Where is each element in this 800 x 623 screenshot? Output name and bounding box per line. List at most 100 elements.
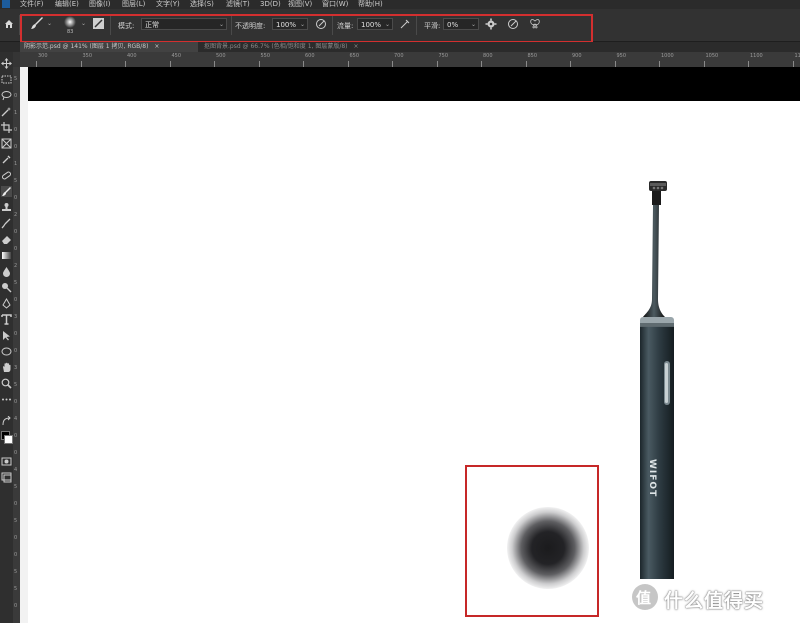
ruler-label: 1	[14, 110, 18, 116]
horizontal-ruler[interactable]: 300 350 400 450 500 550 600 650 700 750 800 850 900 9…	[20, 52, 800, 68]
flow-field[interactable]: 100% ⌄	[357, 18, 393, 30]
symmetry-butterfly-icon[interactable]	[529, 18, 541, 30]
quick-mask-icon[interactable]	[1, 456, 12, 467]
more-tools-icon[interactable]	[1, 394, 12, 405]
ruler-origin[interactable]	[13, 52, 20, 67]
mode-value: 正常	[145, 21, 159, 29]
opacity-label: 不透明度:	[235, 22, 266, 30]
close-icon[interactable]: ×	[353, 43, 358, 50]
screen-mode-icon[interactable]	[1, 472, 12, 483]
gradient-tool-icon[interactable]	[1, 250, 12, 261]
ruler-label: 350	[82, 53, 93, 59]
brush-settings-panel-icon[interactable]	[93, 18, 104, 29]
gear-icon[interactable]	[485, 18, 497, 30]
lasso-tool-icon[interactable]	[1, 90, 12, 101]
path-selection-tool-icon[interactable]	[1, 330, 12, 341]
menu-3d[interactable]: 3D(D)	[260, 0, 281, 9]
brush-tool-icon[interactable]	[1, 186, 12, 197]
tab-document-1[interactable]: 阴影示范.psd @ 141% (图层 1 拷贝, RGB/8) ×	[20, 42, 198, 52]
ruler-label: 700	[394, 53, 404, 59]
history-brush-tool-icon[interactable]	[1, 218, 12, 229]
zoom-tool-icon[interactable]	[1, 378, 12, 389]
mode-label: 模式:	[118, 22, 135, 30]
flow-label: 流量:	[337, 22, 354, 30]
home-icon[interactable]	[4, 19, 14, 29]
magic-wand-tool-icon[interactable]	[1, 106, 12, 117]
options-bar: ⌄ 83 ⌄ 模式: 正常 ⌄ 不透明度: 100% ⌄ 流量: 100% ⌄ …	[0, 9, 800, 42]
menu-help[interactable]: 帮助(H)	[358, 0, 383, 9]
crop-tool-icon[interactable]	[1, 122, 12, 133]
blur-tool-icon[interactable]	[1, 266, 12, 277]
marquee-tool-icon[interactable]	[1, 74, 12, 85]
frame-tool-icon[interactable]	[1, 138, 12, 149]
ruler-label: 0	[14, 433, 18, 439]
ruler-label: 0	[14, 93, 18, 99]
chevron-down-icon: ⌄	[218, 21, 224, 28]
photoshop-logo[interactable]	[2, 0, 10, 8]
watermark-logo-icon: 值	[632, 584, 658, 610]
menu-filter[interactable]: 滤镜(T)	[226, 0, 250, 9]
ruler-label: 0	[14, 603, 18, 609]
background-color-swatch[interactable]	[4, 435, 13, 444]
healing-brush-tool-icon[interactable]	[1, 170, 12, 181]
ruler-label: 500	[216, 53, 226, 59]
menu-edit[interactable]: 编辑(E)	[55, 0, 79, 9]
mode-select[interactable]: 正常 ⌄	[141, 18, 227, 30]
options-separator	[19, 15, 20, 35]
menu-image[interactable]: 图像(I)	[89, 0, 111, 9]
type-tool-icon[interactable]	[1, 314, 12, 325]
pen-tool-icon[interactable]	[1, 298, 12, 309]
ruler-label: 0	[14, 331, 18, 337]
document-canvas[interactable]: WIFOT	[20, 67, 800, 623]
ruler-label: 0	[14, 399, 18, 405]
ruler-label: 950	[616, 53, 627, 59]
airbrush-icon[interactable]	[399, 18, 411, 30]
dodge-tool-icon[interactable]	[1, 282, 12, 293]
chevron-down-icon[interactable]: ⌄	[81, 20, 86, 27]
smoothing-value: 0%	[447, 21, 459, 29]
move-tool-icon[interactable]	[1, 58, 12, 69]
ruler-label: 0	[14, 552, 18, 558]
menu-window[interactable]: 窗口(W)	[322, 0, 348, 9]
hand-tool-icon[interactable]	[1, 362, 12, 373]
close-icon[interactable]: ×	[154, 43, 159, 50]
menu-select[interactable]: 选择(S)	[190, 0, 214, 9]
clone-stamp-tool-icon[interactable]	[1, 202, 12, 213]
ruler-label: 0	[14, 246, 18, 252]
black-band-layer	[28, 67, 800, 101]
brush-tool-icon[interactable]	[30, 16, 44, 30]
tab-document-2[interactable]: 抠图背景.psd @ 66.7% (色相/饱和度 1, 图层蒙版/8) ×	[200, 42, 428, 52]
menu-layer[interactable]: 图层(L)	[122, 0, 145, 9]
opacity-value: 100%	[276, 21, 297, 29]
ruler-label: 550	[260, 53, 271, 59]
ruler-label: 0	[14, 535, 18, 541]
watermark-text: 什么值得买	[664, 590, 765, 612]
ruler-label: 850	[527, 53, 538, 59]
opacity-field[interactable]: 100% ⌄	[272, 18, 308, 30]
vertical-ruler[interactable]: 5 0 1 0 0 1 5 0 2 0 0 2 5 0 3 0 0 3 5 0 4 0 0 4 5 0 5 0 0 5 5 0	[13, 67, 20, 623]
chevron-down-icon[interactable]: ⌄	[47, 20, 52, 27]
swap-colors-icon[interactable]	[1, 416, 12, 427]
chevron-down-icon: ⌄	[384, 21, 390, 28]
pressure-size-icon[interactable]	[507, 18, 519, 30]
eraser-tool-icon[interactable]	[1, 234, 12, 245]
ruler-label: 5	[14, 280, 18, 286]
ruler-label: 0	[14, 195, 18, 201]
menu-file[interactable]: 文件(F)	[20, 0, 44, 9]
tab-label: 阴影示范.psd @ 141% (图层 1 拷贝, RGB/8)	[24, 43, 149, 50]
ruler-label: 650	[349, 53, 360, 59]
ruler-label: 4	[14, 416, 18, 422]
ellipse-tool-icon[interactable]	[1, 346, 12, 357]
ruler-label: 2	[14, 212, 18, 218]
ruler-label: 900	[572, 53, 582, 59]
ruler-label: 0	[14, 297, 18, 303]
ruler-label: 5	[14, 569, 18, 575]
smoothing-field[interactable]: 0% ⌄	[443, 18, 479, 30]
pressure-opacity-icon[interactable]	[315, 18, 327, 30]
ruler-label: 5	[14, 178, 18, 184]
options-separator	[110, 15, 111, 35]
ruler-label: 2	[14, 263, 18, 269]
eyedropper-tool-icon[interactable]	[1, 154, 12, 165]
menu-view[interactable]: 视图(V)	[288, 0, 312, 9]
menu-type[interactable]: 文字(Y)	[156, 0, 180, 9]
